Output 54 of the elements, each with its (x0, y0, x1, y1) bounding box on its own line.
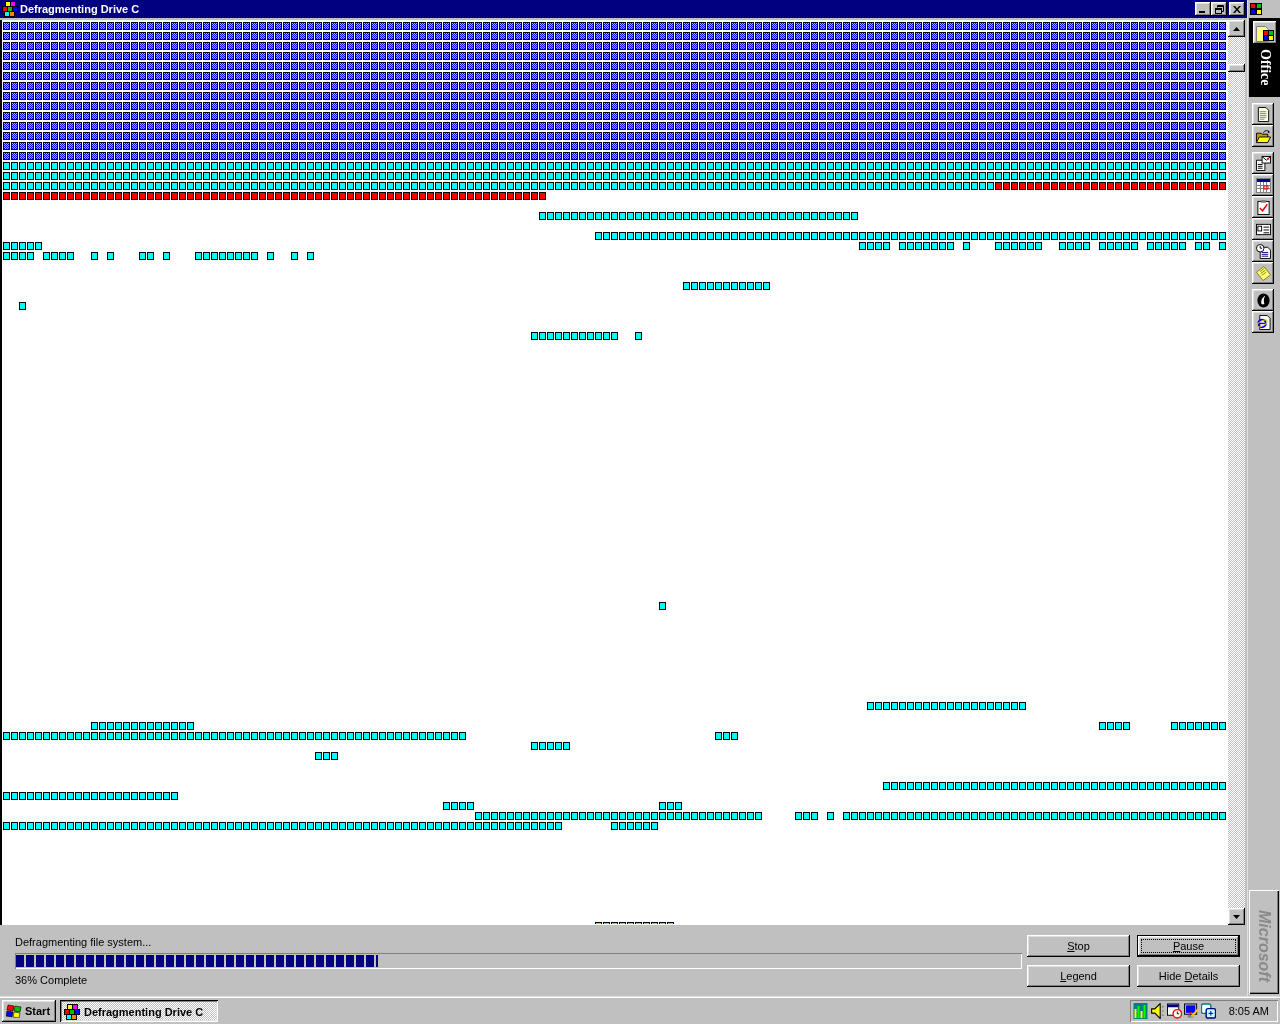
colored-blocks-icon (64, 1003, 80, 1020)
shortcut-button[interactable] (1252, 103, 1274, 125)
network-icon[interactable] (1201, 1003, 1216, 1019)
minimize-button[interactable] (1195, 2, 1211, 16)
speaker-icon[interactable] (1150, 1003, 1165, 1019)
document-icon (1255, 106, 1271, 122)
start-button[interactable]: Start (2, 1000, 56, 1022)
hide-details-button[interactable]: Hide Details (1137, 965, 1240, 987)
document-clock-icon (1255, 243, 1271, 259)
down-arrow-icon (1233, 914, 1240, 919)
restore-icon (1214, 4, 1224, 14)
clock: 8:05 AM (1228, 1005, 1269, 1017)
legend-button[interactable]: Legend (1027, 965, 1130, 987)
minimize-icon (1199, 11, 1205, 13)
colored-squares-document-icon (1255, 23, 1274, 42)
up-arrow-icon (1233, 26, 1240, 31)
colored-blocks-icon (2, 1, 18, 17)
note-icon (1255, 265, 1271, 281)
shortcut-button[interactable] (1252, 125, 1274, 147)
taskbar-button[interactable]: Defragmenting Drive C (60, 1000, 218, 1022)
shortcut-button[interactable] (1252, 174, 1274, 196)
open-folder-icon (1255, 128, 1271, 144)
envelope-document-icon (1255, 155, 1271, 171)
e-document-icon (1255, 314, 1271, 330)
close-icon (1233, 5, 1241, 13)
window-title: Defragmenting Drive C (20, 3, 140, 15)
shortcut-button[interactable] (1252, 240, 1274, 262)
status-message: Defragmenting file system... (15, 936, 152, 949)
office-bar-title: Office (1257, 49, 1272, 86)
level-bars-icon[interactable] (1133, 1003, 1148, 1019)
stop-button[interactable]: Stop (1027, 935, 1130, 957)
calendar-clock-icon[interactable] (1167, 1003, 1182, 1019)
scrollbar[interactable] (1228, 20, 1245, 925)
shortcut-button[interactable] (1252, 218, 1274, 240)
shortcut-button[interactable] (1252, 311, 1274, 333)
pause-button[interactable]: Pause (1137, 935, 1240, 957)
shortcut-button[interactable] (1252, 262, 1274, 284)
scroll-down-button[interactable] (1228, 908, 1245, 925)
restore-button[interactable] (1211, 2, 1227, 16)
scroll-up-button[interactable] (1228, 20, 1245, 37)
contact-card-icon (1255, 221, 1271, 237)
progress-percent: 36% Complete (15, 974, 88, 987)
windows-flag-icon (6, 1004, 22, 1018)
close-button[interactable] (1229, 2, 1245, 16)
monitor-icon[interactable] (1184, 1003, 1199, 1019)
calendar-icon (1255, 177, 1271, 193)
office-menu-button[interactable] (1252, 21, 1277, 44)
colored-squares-icon[interactable] (1250, 3, 1262, 15)
oval-emblem-icon (1255, 292, 1271, 308)
shortcut-button[interactable] (1252, 289, 1274, 311)
clipboard-check-icon (1255, 199, 1271, 215)
shortcut-button[interactable] (1252, 152, 1274, 174)
scroll-thumb[interactable] (1228, 64, 1245, 72)
shortcut-button[interactable] (1252, 196, 1274, 218)
